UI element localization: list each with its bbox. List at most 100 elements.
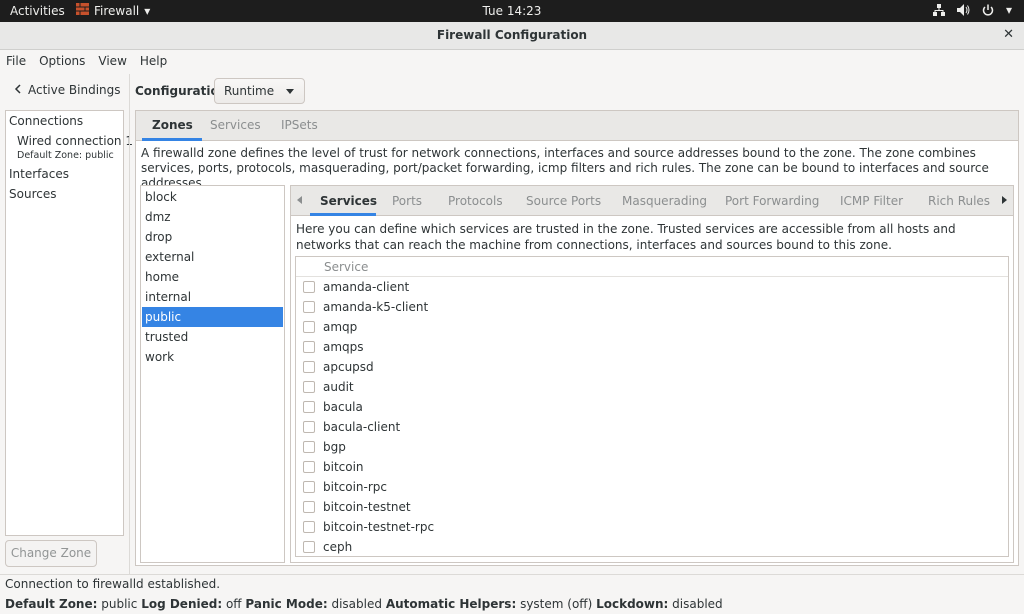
app-menu-label: Firewall [94,3,140,18]
configuration-select[interactable]: Runtime [214,78,305,104]
service-checkbox[interactable] [303,321,315,333]
log-denied-value: off [225,597,242,611]
automatic-helpers-label: Automatic Helpers: [385,597,517,611]
service-name: audit [323,380,354,394]
zone-item[interactable]: home [142,267,283,287]
table-row[interactable]: bitcoin-rpc [296,477,1008,497]
service-checkbox[interactable] [303,541,315,553]
clock[interactable]: Tue 14:23 [483,4,542,18]
connection-zone: Default Zone: public [17,150,114,161]
service-checkbox[interactable] [303,481,315,493]
status-summary: Default Zone: public Log Denied: off Pan… [5,597,723,611]
service-checkbox[interactable] [303,501,315,513]
table-row[interactable]: ceph [296,537,1008,556]
window-titlebar[interactable]: Firewall Configuration ✕ [0,22,1024,50]
zone-item[interactable]: trusted [142,327,283,347]
service-checkbox[interactable] [303,361,315,373]
service-checkbox[interactable] [303,381,315,393]
services-description: Here you can define which services are t… [296,222,956,252]
system-tray[interactable]: ▾ [932,3,1012,17]
zone-item[interactable]: external [142,247,283,267]
table-row[interactable]: bitcoin-testnet [296,497,1008,517]
change-zone-button[interactable]: Change Zone [5,540,97,567]
tab-zones[interactable]: Zones [152,118,193,132]
gnome-top-bar: Activities Firewall ▾ Tue 14:23 ▾ [0,0,1024,22]
menu-help[interactable]: Help [140,50,174,74]
active-bindings-toggle[interactable]: Active Bindings [14,83,121,97]
tab-services[interactable]: Services [210,118,261,132]
chevron-down-icon: ▾ [144,3,151,18]
connection-item[interactable]: Wired connection 1 ( [17,134,141,148]
table-row[interactable]: bitcoin-testnet-rpc [296,517,1008,537]
service-checkbox[interactable] [303,521,315,533]
table-row[interactable]: bacula [296,397,1008,417]
lockdown-value: disabled [672,597,723,611]
tab-scroll-right-icon[interactable] [1002,196,1007,204]
service-checkbox[interactable] [303,341,315,353]
table-row[interactable]: amqps [296,337,1008,357]
tab-zone-masquerading[interactable]: Masquerading [622,194,707,208]
table-row[interactable]: bgp [296,437,1008,457]
service-checkbox[interactable] [303,401,315,413]
tab-zone-ports[interactable]: Ports [392,194,422,208]
zone-item[interactable]: dmz [142,207,283,227]
bindings-tree: Connections Wired connection 1 ( Default… [5,110,141,536]
tab-zone-icmp-filter[interactable]: ICMP Filter [840,194,903,208]
tab-zone-source-ports[interactable]: Source Ports [526,194,601,208]
status-message: Connection to firewalld established. [5,577,221,591]
close-icon[interactable]: ✕ [1003,27,1014,42]
menu-file[interactable]: File [6,50,33,74]
tab-ipsets[interactable]: IPSets [281,118,318,132]
window-title: Firewall Configuration [436,28,588,42]
zone-item[interactable]: drop [142,227,283,247]
firewall-app-icon [76,3,89,18]
zone-item[interactable]: work [142,347,283,367]
zone-item-selected[interactable]: public [142,307,283,327]
tab-scroll-left-icon[interactable] [297,196,302,204]
zone-settings-notebook: Services Ports Protocols Source Ports Ma… [290,185,1014,563]
table-row[interactable]: apcupsd [296,357,1008,377]
zone-item[interactable]: internal [142,287,283,307]
power-icon [982,4,994,16]
service-checkbox[interactable] [303,281,315,293]
activities-button[interactable]: Activities [10,4,65,18]
service-checkbox[interactable] [303,461,315,473]
table-row[interactable]: bacula-client [296,417,1008,437]
tab-zone-services[interactable]: Services [320,194,377,208]
chevron-down-icon: ▾ [1005,3,1012,17]
service-name: bitcoin [323,460,364,474]
active-bindings-label: Active Bindings [28,83,121,97]
connections-header[interactable]: Connections [9,114,83,128]
interfaces-header[interactable]: Interfaces [9,167,69,181]
zones-list: block dmz drop external home internal pu… [140,185,285,563]
sources-header[interactable]: Sources [9,187,56,201]
table-row[interactable]: bitcoin [296,457,1008,477]
service-checkbox[interactable] [303,441,315,453]
service-name: bacula [323,400,363,414]
tab-zone-port-forwarding[interactable]: Port Forwarding [725,194,819,208]
table-row[interactable]: amanda-client [296,277,1008,297]
service-checkbox[interactable] [303,301,315,313]
table-row[interactable]: amanda-k5-client [296,297,1008,317]
tab-zone-rich-rules[interactable]: Rich Rules [928,194,990,208]
panic-mode-value: disabled [331,597,382,611]
services-table[interactable]: Service amanda-client amanda-k5-client a… [295,256,1009,557]
dropdown-arrow-icon [286,89,294,94]
pane-separator[interactable] [129,74,130,574]
active-bindings-pane: Active Bindings Connections Wired connec… [0,74,141,574]
services-column-header[interactable]: Service [296,257,1008,277]
tab-zone-protocols[interactable]: Protocols [448,194,503,208]
zone-item[interactable]: block [142,187,283,207]
volume-icon [956,4,970,16]
table-row[interactable]: amqp [296,317,1008,337]
service-name: apcupsd [323,360,374,374]
lockdown-label: Lockdown: [596,597,669,611]
service-name: bitcoin-testnet-rpc [323,520,435,534]
zone-tab-bar: Services Ports Protocols Source Ports Ma… [291,186,1013,216]
menu-options[interactable]: Options [39,50,92,74]
service-checkbox[interactable] [303,421,315,433]
service-name: amanda-client [323,280,410,294]
menu-view[interactable]: View [98,50,133,74]
app-menu[interactable]: Firewall ▾ [76,3,150,18]
table-row[interactable]: audit [296,377,1008,397]
